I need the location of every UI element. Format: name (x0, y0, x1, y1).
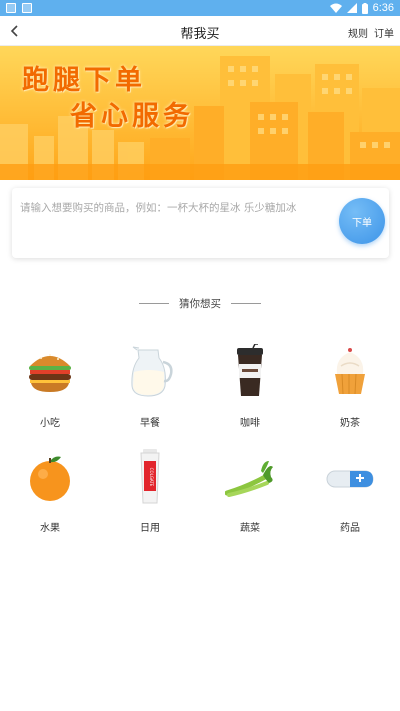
section-divider-right (231, 302, 261, 304)
status-time: 6:36 (372, 2, 394, 14)
coffee-cup-icon (237, 344, 263, 396)
cupcake-icon (335, 348, 365, 395)
banner-slogan-line1: 跑腿下单 (22, 65, 146, 96)
category-coffee[interactable]: 咖啡 (200, 342, 300, 437)
category-label: 药品 (340, 523, 360, 534)
banner-slogan-line2: 省心服务 (70, 101, 194, 132)
category-snack[interactable]: 小吃 (0, 342, 100, 437)
svg-text:COLGATE: COLGATE (149, 468, 154, 487)
category-daily-goods[interactable]: COLGATE 日用 (100, 447, 200, 542)
order-card: 下单 (12, 188, 389, 258)
nav-bar: 帮我买 规则 订单 (0, 16, 400, 46)
capsule-icon (326, 470, 374, 488)
category-label: 咖啡 (240, 418, 260, 429)
section-title: 猜你想买 (179, 297, 221, 310)
category-label: 水果 (40, 523, 60, 534)
nav-actions: 规则 订单 (348, 25, 394, 40)
order-request-input[interactable] (20, 198, 330, 218)
promo-banner: 跑腿下单 省心服务 (0, 46, 400, 180)
category-milk-tea[interactable]: 奶茶 (300, 342, 400, 437)
status-notifications (6, 3, 32, 13)
category-label: 日用 (140, 523, 160, 534)
orders-link[interactable]: 订单 (374, 25, 394, 40)
category-medicine[interactable]: 药品 (300, 447, 400, 542)
wifi-icon (329, 3, 342, 13)
signal-icon (346, 3, 357, 13)
section-divider-left (139, 302, 169, 304)
page-title: 帮我买 (180, 27, 220, 42)
orange-icon (30, 456, 70, 501)
status-bar: 6:36 (0, 0, 400, 16)
category-fruit[interactable]: 水果 (0, 447, 100, 542)
category-grid: 小吃 早餐 咖啡 奶茶 水果 COLGATE 日用 蔬菜 药品 (0, 342, 400, 542)
photo-notification-icon (22, 3, 32, 13)
category-breakfast[interactable]: 早餐 (100, 342, 200, 437)
category-label: 小吃 (40, 418, 60, 429)
milk-jug-icon (131, 346, 173, 397)
category-vegetables[interactable]: 蔬菜 (200, 447, 300, 542)
rules-link[interactable]: 规则 (348, 25, 368, 40)
notification-icon (6, 3, 16, 13)
category-label: 奶茶 (340, 418, 360, 429)
status-indicators: 6:36 (329, 1, 394, 15)
burger-icon (29, 354, 71, 392)
place-order-button[interactable]: 下单 (339, 198, 385, 244)
category-label: 蔬菜 (240, 523, 260, 534)
category-label: 早餐 (140, 418, 160, 429)
section-header: 猜你想买 (0, 296, 400, 310)
battery-icon (361, 2, 368, 14)
toothpaste-icon: COLGATE (140, 449, 160, 504)
celery-icon (225, 461, 273, 497)
